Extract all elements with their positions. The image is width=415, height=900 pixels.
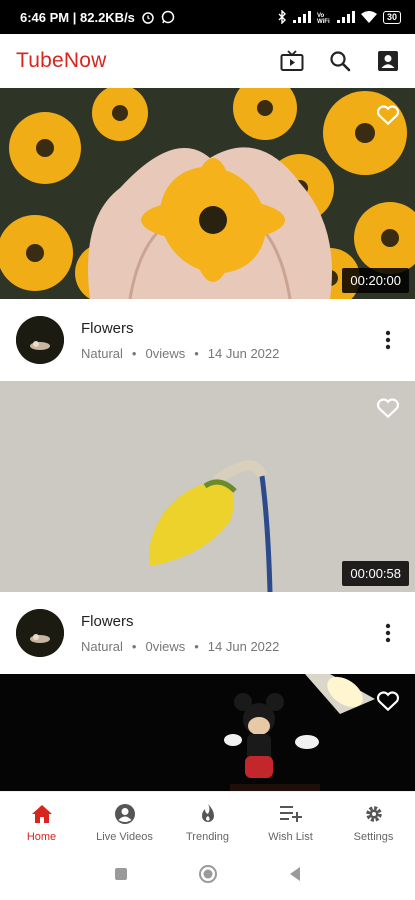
app-actions: [279, 48, 401, 74]
app-bar: TubeNow: [0, 34, 415, 88]
more-options-icon[interactable]: [375, 327, 401, 353]
video-title[interactable]: Flowers: [81, 613, 279, 630]
app-title: TubeNow: [16, 49, 107, 72]
battery-icon: 30: [382, 10, 401, 24]
nav-settings[interactable]: Settings: [332, 802, 415, 843]
favorite-heart-icon[interactable]: [375, 102, 401, 128]
separator-dot: •: [194, 345, 199, 361]
channel-avatar[interactable]: [16, 609, 64, 657]
video-feed[interactable]: 00:20:00 Flowers Natural • 0views • 14 J…: [0, 88, 415, 791]
nav-home-label: Home: [26, 831, 57, 843]
nav-live-videos[interactable]: Live Videos: [83, 802, 166, 843]
tv-icon[interactable]: [279, 48, 305, 74]
video-thumbnail[interactable]: [0, 674, 415, 791]
gear-icon: [362, 802, 386, 826]
video-category: Natural: [81, 638, 123, 654]
favorite-heart-icon[interactable]: [375, 395, 401, 421]
alarm-icon: [142, 12, 154, 24]
video-meta-row[interactable]: Flowers Natural • 0views • 14 Jun 2022: [0, 592, 415, 674]
video-thumbnail[interactable]: 00:00:58: [0, 381, 415, 592]
video-date: 14 Jun 2022: [207, 345, 280, 361]
search-icon[interactable]: [327, 48, 353, 74]
back-triangle-icon[interactable]: [288, 866, 302, 887]
nav-live-videos-label: Live Videos: [96, 831, 153, 843]
home-circle-icon[interactable]: [198, 864, 218, 889]
separator-dot: •: [194, 638, 199, 654]
home-icon: [30, 802, 54, 826]
channel-avatar[interactable]: [16, 316, 64, 364]
signal-icon: [292, 11, 311, 23]
video-meta-row[interactable]: Flowers Natural • 0views • 14 Jun 2022: [0, 299, 415, 381]
bluetooth-icon: [278, 10, 286, 24]
video-meta-text: Flowers Natural • 0views • 14 Jun 2022: [81, 320, 279, 361]
system-navigation-bar: [0, 853, 415, 900]
separator-dot: •: [131, 638, 137, 654]
thumbnail-image-mickey-lamp: [0, 674, 415, 791]
wifi-icon: [360, 11, 377, 23]
video-subtitle: Natural • 0views • 14 Jun 2022: [81, 346, 279, 361]
volte-icon: VoWiFi: [317, 13, 330, 23]
video-date: 14 Jun 2022: [207, 638, 280, 654]
video-subtitle: Natural • 0views • 14 Jun 2022: [81, 639, 279, 654]
status-bar: 6:46 PM | 82.2KB/s Vo WiFi 30: [0, 0, 415, 34]
more-options-icon[interactable]: [375, 620, 401, 646]
recents-square-icon[interactable]: [114, 867, 128, 886]
video-duration: 00:20:00: [342, 268, 409, 293]
whatsapp-icon: [161, 10, 175, 24]
bottom-navigation: Home Live Videos Trending Wish List Sett…: [0, 791, 415, 853]
video-meta-text: Flowers Natural • 0views • 14 Jun 2022: [81, 613, 279, 654]
video-duration: 00:00:58: [342, 561, 409, 586]
video-title[interactable]: Flowers: [81, 320, 279, 337]
separator-dot: •: [131, 345, 137, 361]
favorite-heart-icon[interactable]: [375, 688, 401, 714]
svg-text:WiFi: WiFi: [317, 19, 330, 23]
video-views: 0views: [145, 345, 186, 361]
video-thumbnail[interactable]: 00:20:00: [0, 88, 415, 299]
nav-trending-label: Trending: [185, 831, 229, 843]
video-views: 0views: [145, 638, 186, 654]
playlist-add-icon: [279, 802, 303, 826]
video-category: Natural: [81, 345, 123, 361]
status-time: 6:46 PM | 82.2KB/s: [20, 9, 135, 25]
nav-wish-list[interactable]: Wish List: [249, 802, 332, 843]
signal-icon-2: [336, 11, 355, 23]
flame-icon: [196, 802, 220, 826]
nav-trending[interactable]: Trending: [166, 802, 249, 843]
live-icon: [113, 802, 137, 826]
nav-wish-list-label: Wish List: [268, 831, 313, 843]
account-icon[interactable]: [375, 48, 401, 74]
nav-settings-label: Settings: [353, 831, 394, 843]
nav-home[interactable]: Home: [0, 802, 83, 843]
